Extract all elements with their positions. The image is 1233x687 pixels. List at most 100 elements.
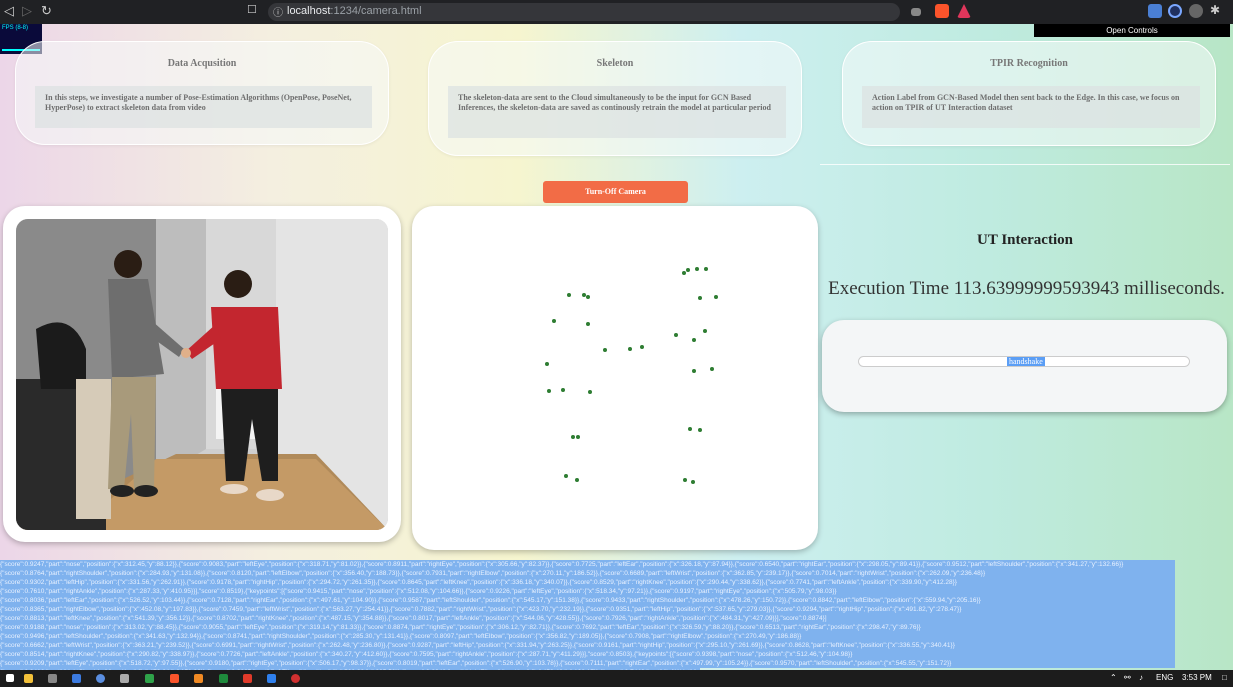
skeleton-keypoint bbox=[674, 333, 678, 337]
skeleton-canvas-panel bbox=[412, 206, 818, 550]
clock[interactable]: 3:53 PM bbox=[1182, 673, 1212, 682]
log-line: {"score":0.9496,"part":"leftShoulder","p… bbox=[0, 632, 1175, 641]
log-line: {"score":0.8764,"part":"rightShoulder","… bbox=[0, 569, 1175, 578]
network-icon[interactable]: ⚯ bbox=[1124, 673, 1131, 682]
skeleton-keypoint bbox=[575, 478, 579, 482]
app-icon[interactable] bbox=[96, 674, 105, 683]
skeleton-keypoint bbox=[714, 295, 718, 299]
brave-rewards-icon[interactable] bbox=[957, 4, 971, 18]
skeleton-keypoint bbox=[683, 478, 687, 482]
skeleton-keypoint bbox=[698, 428, 702, 432]
card-description: In this steps, we investigate a number o… bbox=[35, 86, 372, 128]
skeleton-keypoint bbox=[564, 474, 568, 478]
skeleton-keypoint bbox=[686, 268, 690, 272]
log-line: {"score":0.8365,"part":"rightElbow","pos… bbox=[0, 605, 1175, 614]
skeleton-keypoint bbox=[561, 388, 565, 392]
turn-off-camera-button[interactable]: Turn-Off Camera bbox=[543, 181, 688, 203]
skeleton-keypoint bbox=[682, 271, 686, 275]
skeleton-keypoint bbox=[710, 367, 714, 371]
skeleton-keypoint bbox=[588, 390, 592, 394]
open-controls-button[interactable]: Open Controls bbox=[1034, 24, 1230, 37]
card-title: TPIR Recognition bbox=[990, 58, 1068, 69]
forward-icon[interactable]: ▷ bbox=[22, 3, 32, 19]
extension-translate-icon[interactable] bbox=[1148, 4, 1162, 18]
skeleton-keypoint bbox=[692, 369, 696, 373]
action-label-text: handshake bbox=[1007, 357, 1045, 366]
keypoint-data-log[interactable]: {"score":0.9247,"part":"nose","position"… bbox=[0, 558, 1233, 670]
skeleton-keypoint bbox=[698, 296, 702, 300]
profile-avatar-icon[interactable] bbox=[1189, 4, 1203, 18]
card-description: Action Label from GCN-Based Model then s… bbox=[862, 86, 1200, 128]
skeleton-keypoint bbox=[586, 295, 590, 299]
bookmark-icon[interactable]: ☐ bbox=[247, 3, 257, 16]
skeleton-keypoint bbox=[691, 480, 695, 484]
log-line: {"score":0.8813,"part":"leftKnee","posit… bbox=[0, 614, 1175, 623]
action-label-panel: handshake bbox=[822, 320, 1227, 412]
extension-clock-icon[interactable] bbox=[1168, 4, 1182, 18]
card-skeleton: Skeleton The skeleton-data are sent to t… bbox=[428, 41, 802, 156]
excel-icon[interactable] bbox=[219, 674, 228, 683]
file-explorer-icon[interactable] bbox=[24, 674, 33, 683]
app-icon[interactable] bbox=[120, 674, 129, 683]
skeleton-keypoint bbox=[547, 389, 551, 393]
fps-label: FPS (8-8) bbox=[2, 25, 29, 31]
app-icon[interactable] bbox=[243, 674, 252, 683]
app-icon[interactable] bbox=[145, 674, 154, 683]
brave-browser-icon[interactable] bbox=[170, 674, 179, 683]
card-description: The skeleton-data are sent to the Cloud … bbox=[448, 86, 786, 138]
start-icon[interactable] bbox=[6, 674, 14, 682]
skeleton-keypoint bbox=[552, 319, 556, 323]
reload-icon[interactable]: ↻ bbox=[41, 3, 52, 19]
log-line: {"score":0.9188,"part":"nose","position"… bbox=[0, 623, 1175, 632]
skeleton-keypoint bbox=[704, 267, 708, 271]
skeleton-keypoint bbox=[640, 345, 644, 349]
skeleton-keypoint bbox=[582, 293, 586, 297]
log-line: {"score":0.9209,"part":"leftEye","positi… bbox=[0, 659, 1175, 668]
skeleton-keypoint bbox=[692, 338, 696, 342]
tray-chevron-icon[interactable]: ⌃ bbox=[1110, 673, 1117, 682]
skeleton-keypoint bbox=[586, 322, 590, 326]
result-dataset-title: UT Interaction bbox=[977, 232, 1073, 248]
execution-time-text: Execution Time 113.63999999593943 millis… bbox=[828, 278, 1225, 299]
skeleton-keypoint bbox=[567, 293, 571, 297]
notification-icon[interactable]: □ bbox=[1222, 673, 1227, 682]
skeleton-keypoint bbox=[628, 347, 632, 351]
volume-icon[interactable]: ♪ bbox=[1139, 673, 1143, 682]
skeleton-keypoint bbox=[576, 435, 580, 439]
section-divider bbox=[820, 164, 1230, 165]
skeleton-keypoint bbox=[571, 435, 575, 439]
skeleton-keypoint bbox=[545, 362, 549, 366]
app-icon[interactable] bbox=[194, 674, 203, 683]
camera-indicator-icon[interactable] bbox=[911, 8, 921, 16]
log-line: {"score":0.7610,"part":"rightAnkle","pos… bbox=[0, 587, 1175, 596]
skeleton-keypoint bbox=[703, 329, 707, 333]
url-text[interactable]: localhost:1234/camera.html bbox=[287, 5, 422, 17]
card-data-acquisition: Data Acqusition In this steps, we invest… bbox=[15, 41, 389, 145]
skeleton-keypoint bbox=[688, 427, 692, 431]
url-host: localhost bbox=[287, 5, 331, 17]
language-indicator[interactable]: ENG bbox=[1156, 673, 1173, 682]
url-path: :1234/camera.html bbox=[330, 5, 422, 17]
record-icon[interactable] bbox=[291, 674, 300, 683]
skeleton-keypoints-canvas bbox=[545, 267, 718, 484]
log-line: {"score":0.9302,"part":"leftHip","positi… bbox=[0, 578, 1175, 587]
log-line: {"score":0.8036,"part":"leftEar","positi… bbox=[0, 596, 1175, 605]
extensions-puzzle-icon[interactable]: ✱ bbox=[1210, 3, 1220, 17]
card-title: Data Acqusition bbox=[167, 58, 237, 69]
browser-toolbar: ◁ ▷ ↻ ☐ ⓘ localhost:1234/camera.html ✱ bbox=[0, 0, 1233, 24]
card-title: Skeleton bbox=[596, 58, 634, 69]
log-line: {"score":0.6662,"part":"leftWrist","posi… bbox=[0, 641, 1175, 650]
skeleton-keypoint bbox=[695, 267, 699, 271]
site-info-icon[interactable]: ⓘ bbox=[273, 4, 283, 19]
vscode-icon[interactable] bbox=[267, 674, 276, 683]
log-line: {"score":0.8514,"part":"rightKnee","posi… bbox=[0, 650, 1175, 659]
windows-taskbar: ⌃ ⚯ ♪ ENG 3:53 PM □ bbox=[0, 670, 1233, 687]
brave-shield-icon[interactable] bbox=[935, 4, 949, 18]
back-icon[interactable]: ◁ bbox=[4, 3, 14, 19]
taskview-icon[interactable] bbox=[48, 674, 57, 683]
app-icon[interactable] bbox=[72, 674, 81, 683]
camera-panel bbox=[3, 206, 401, 542]
skeleton-keypoint bbox=[603, 348, 607, 352]
camera-video-feed bbox=[16, 219, 388, 530]
action-label-field[interactable]: handshake bbox=[858, 356, 1190, 367]
